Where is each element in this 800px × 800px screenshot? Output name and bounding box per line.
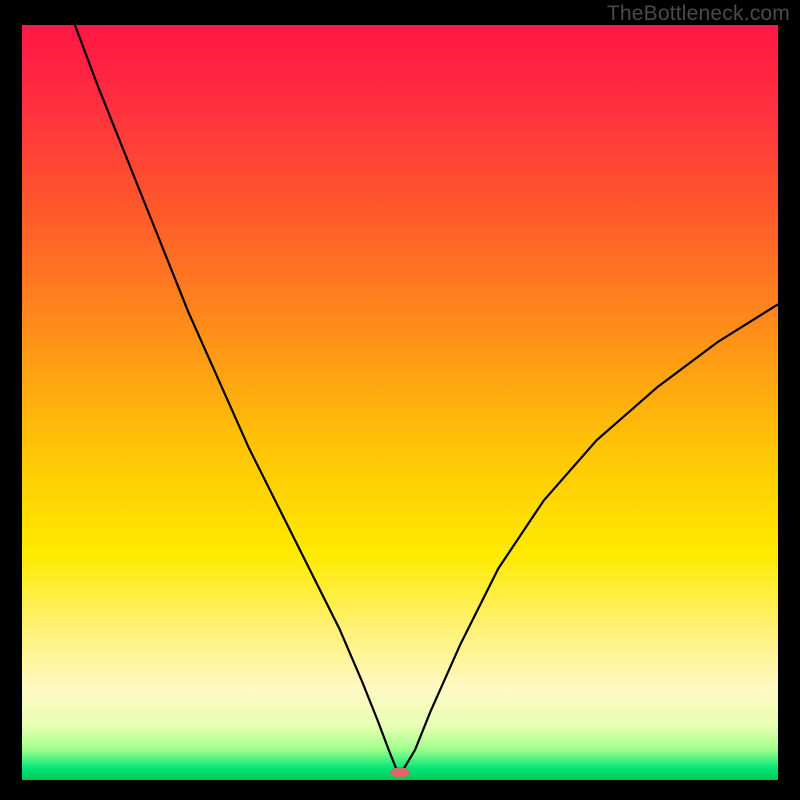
optimal-point-marker — [390, 767, 410, 777]
plot-area — [22, 25, 778, 780]
chart-svg — [22, 25, 778, 780]
chart-frame: TheBottleneck.com — [0, 0, 800, 800]
watermark-text: TheBottleneck.com — [607, 2, 790, 26]
gradient-background — [22, 25, 778, 780]
